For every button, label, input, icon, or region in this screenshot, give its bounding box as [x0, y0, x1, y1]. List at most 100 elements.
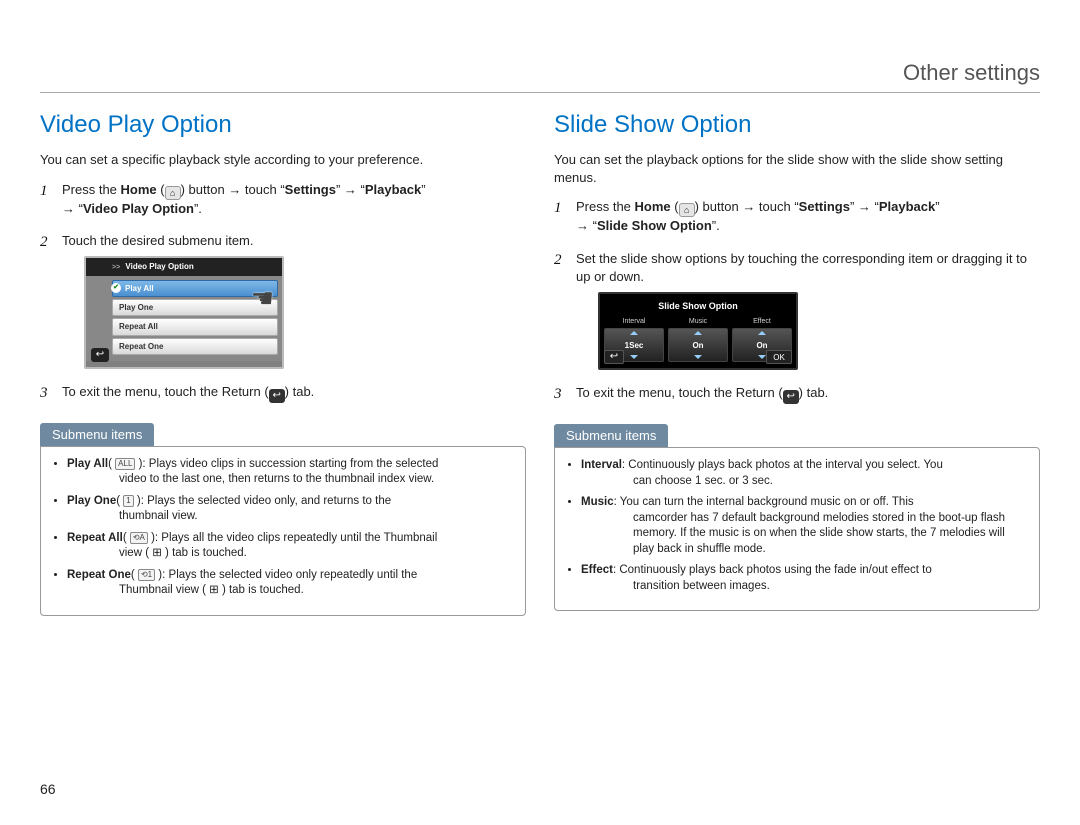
video-steps: Press the Home (⌂) button → touch “Setti…	[40, 181, 526, 403]
slide-step-3: To exit the menu, touch the Return (↩) t…	[554, 384, 1040, 404]
item-cont: camcorder has 7 default background melod…	[581, 511, 1025, 558]
video-step-1: Press the Home (⌂) button → touch “Setti…	[40, 181, 526, 218]
col-label: Effect	[732, 317, 792, 327]
return-icon[interactable]: ↩	[91, 348, 109, 362]
text: ”.	[712, 218, 720, 233]
touch-hand-icon: ☚	[251, 280, 274, 316]
video-step-3: To exit the menu, touch the Return (↩) t…	[40, 383, 526, 403]
text: ) button	[181, 182, 229, 197]
option-label: Slide Show Option	[597, 218, 712, 233]
text: “	[75, 201, 83, 216]
submenu-items-header: Submenu items	[40, 423, 154, 446]
settings-label: Settings	[285, 182, 336, 197]
slide-step-2: Set the slide show options by touching t…	[554, 250, 1040, 371]
return-icon: ↩	[269, 389, 285, 403]
item-name: Music	[581, 496, 614, 508]
list-item[interactable]: Repeat One	[112, 338, 278, 355]
text: Press the	[576, 199, 635, 214]
spinner-row: Interval 1Sec Music On Effect On	[604, 317, 792, 363]
text: ”	[336, 182, 344, 197]
text: “	[871, 199, 879, 214]
text: To exit the menu, touch the Return (	[576, 385, 783, 400]
text: ”	[935, 199, 939, 214]
option-label: Video Play Option	[83, 201, 194, 216]
submenu-item-repeat-all: Repeat All( ⟲A ): Plays all the video cl…	[67, 531, 511, 562]
slide-steps: Press the Home (⌂) button → touch “Setti…	[554, 198, 1040, 404]
submenu-item-play-one: Play One( 1 ): Plays the selected video …	[67, 494, 511, 525]
slide-step-1: Press the Home (⌂) button → touch “Setti…	[554, 198, 1040, 235]
page-number: 66	[40, 781, 56, 797]
screenshot-title: Slide Show Option	[604, 298, 792, 317]
item-name: Repeat All	[67, 532, 123, 544]
playback-label: Playback	[365, 182, 421, 197]
slide-show-option-intro: You can set the playback options for the…	[554, 151, 1040, 186]
text: ”	[421, 182, 425, 197]
text: Press the	[62, 182, 121, 197]
playback-label: Playback	[879, 199, 935, 214]
submenu-items-header: Submenu items	[554, 424, 668, 447]
text: “	[357, 182, 365, 197]
home-label: Home	[635, 199, 671, 214]
slide-submenu-box: Interval : Continuously plays back photos…	[554, 447, 1040, 611]
return-icon: ↩	[783, 390, 799, 404]
home-label: Home	[121, 182, 157, 197]
two-column-layout: Video Play Option You can set a specific…	[40, 111, 1040, 616]
text: ”.	[194, 201, 202, 216]
item-cont: thumbnail view.	[67, 509, 511, 525]
text: touch “	[755, 199, 798, 214]
arrow-icon: →	[228, 182, 241, 197]
music-spinner[interactable]: On	[668, 328, 728, 362]
col-label: Music	[668, 317, 728, 327]
page-header: Other settings	[40, 60, 1040, 93]
submenu-item-interval: Interval: Continuously plays back photos…	[581, 458, 1025, 489]
screenshot-titlebar: >> Video Play Option	[86, 258, 282, 276]
text: Set the slide show options by touching t…	[576, 251, 1027, 284]
item-name: Play All	[67, 458, 108, 470]
item-cont: can choose 1 sec. or 3 sec.	[581, 474, 1025, 490]
submenu-item-repeat-one: Repeat One( ⟲1 ): Plays the selected vid…	[67, 568, 511, 599]
repeat-all-icon: ⟲A	[130, 532, 148, 544]
slide-show-option-screenshot: Slide Show Option Interval 1Sec Music On…	[598, 292, 798, 370]
item-name: Interval	[581, 459, 622, 471]
text: To exit the menu, touch the Return (	[62, 384, 269, 399]
submenu-item-music: Music: You can turn the internal backgro…	[581, 495, 1025, 557]
item-text: : Plays all the video clips repeatedly u…	[155, 532, 437, 544]
slide-show-option-title: Slide Show Option	[554, 111, 1040, 139]
play-all-icon: ALL	[115, 458, 135, 470]
left-column: Video Play Option You can set a specific…	[40, 111, 526, 616]
submenu-item-play-all: Play All( ALL ): Plays video clips in su…	[67, 457, 511, 488]
item-name: Repeat One	[67, 569, 131, 581]
arrow-icon: →	[62, 201, 75, 216]
arrow-icon: →	[344, 182, 357, 197]
text: ) tab.	[285, 384, 315, 399]
item-cont: transition between images.	[581, 579, 1025, 595]
text: ) button	[695, 199, 743, 214]
arrow-icon: →	[858, 199, 871, 214]
video-play-option-screenshot: >> Video Play Option Play All Play One R…	[84, 256, 284, 369]
item-text: : Plays the selected video only repeated…	[162, 569, 417, 581]
text: (	[671, 199, 679, 214]
submenu-item-effect: Effect: Continuously plays back photos u…	[581, 563, 1025, 594]
text: “	[589, 218, 597, 233]
arrow-icon: →	[742, 199, 755, 214]
text: Touch the desired submenu item.	[62, 233, 254, 248]
item-cont: video to the last one, then returns to t…	[67, 472, 511, 488]
item-text: : Plays the selected video only, and ret…	[141, 495, 391, 507]
breadcrumb-arrows: >>	[112, 264, 120, 271]
list-item[interactable]: Repeat All	[112, 318, 278, 335]
video-submenu-box: Play All( ALL ): Plays video clips in su…	[40, 446, 526, 616]
video-play-option-intro: You can set a specific playback style ac…	[40, 151, 526, 169]
right-column: Slide Show Option You can set the playba…	[554, 111, 1040, 616]
text: ) tab.	[799, 385, 829, 400]
item-name: Play One	[67, 495, 116, 507]
video-play-option-title: Video Play Option	[40, 111, 526, 139]
text: touch “	[241, 182, 284, 197]
item-text: : You can turn the internal background m…	[614, 496, 914, 508]
item-cont: Thumbnail view ( ⊞ ) tab is touched.	[67, 583, 511, 599]
item-text: : Continuously plays back photos using t…	[613, 564, 932, 576]
home-icon: ⌂	[679, 203, 695, 217]
video-step-2: Touch the desired submenu item. >> Video…	[40, 232, 526, 369]
return-icon[interactable]: ↩	[604, 350, 624, 364]
ok-button[interactable]: OK	[766, 350, 792, 364]
play-one-icon: 1	[123, 495, 133, 507]
